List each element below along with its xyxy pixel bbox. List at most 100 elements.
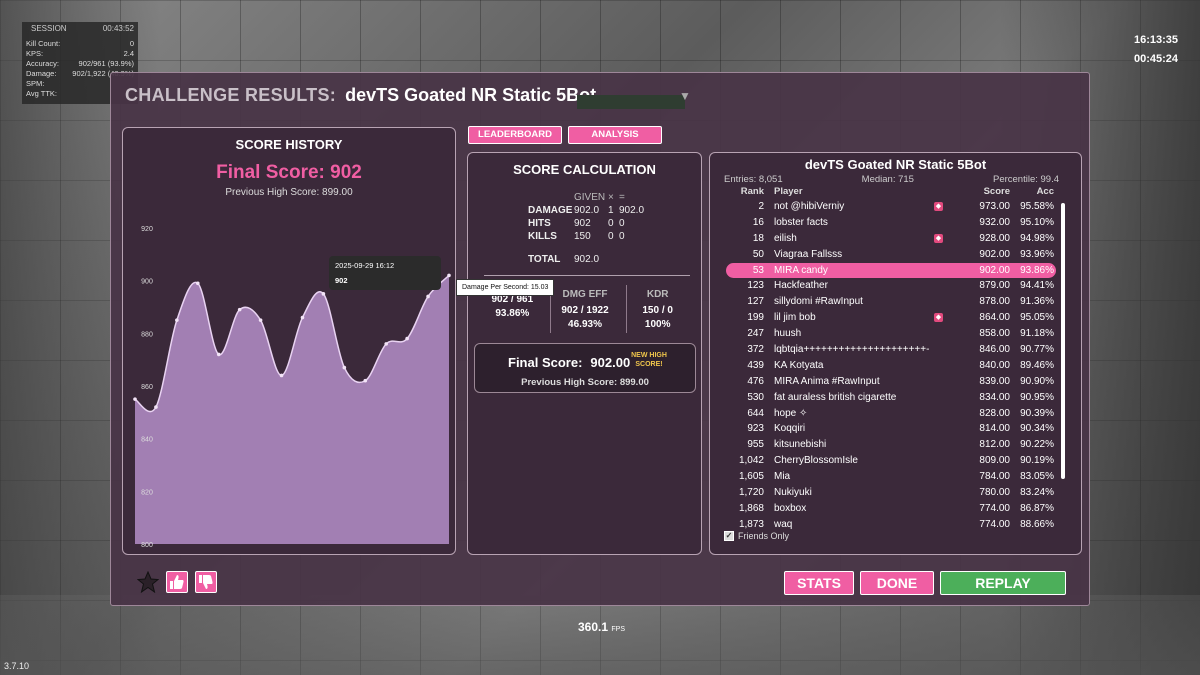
- leaderboard-row[interactable]: 476 MIRA Anima #RawInput 839.00 90.90%: [726, 374, 1056, 390]
- leaderboard-row[interactable]: 50 Viagraa Fallsss 902.00 93.96%: [726, 247, 1056, 263]
- score-point[interactable]: [300, 315, 305, 320]
- row-score: 780.00: [979, 487, 1010, 499]
- row-rank: 50: [752, 248, 764, 260]
- row-score: 814.00: [979, 423, 1010, 435]
- leaderboard-row[interactable]: 1,720 Nukiyuki 780.00 83.24%: [726, 485, 1056, 501]
- leaderboard-row[interactable]: 199 lil jim bob ◆ 864.00 95.05%: [726, 310, 1056, 326]
- row-score: 846.00: [979, 344, 1010, 356]
- session-time: 00:43:52: [102, 24, 134, 33]
- row-rank: 123: [747, 280, 764, 292]
- final-score-box: Final Score: 902.00 NEW HIGH SCORE! Previ…: [474, 343, 696, 393]
- leaderboard-row[interactable]: 439 KA Kotyata 840.00 89.46%: [726, 358, 1056, 374]
- score-point[interactable]: [384, 342, 389, 346]
- row-acc: 95.10%: [1020, 216, 1054, 228]
- leaderboard-row[interactable]: 372 lqbtqia+++++++++++++++++++++- 846.00 90…: [726, 342, 1056, 358]
- favorite-button[interactable]: [136, 570, 160, 594]
- replay-button[interactable]: REPLAY: [940, 571, 1066, 595]
- score-point[interactable]: [175, 318, 179, 322]
- y-tick-label: 920: [141, 226, 153, 233]
- title-label: CHALLENGE RESULTS:: [125, 85, 337, 105]
- leaderboard-percentile: Percentile: 99.4: [992, 174, 1059, 185]
- row-rank: 199: [747, 312, 764, 324]
- row-player: CherryBlossomIsle: [774, 455, 858, 467]
- score-point[interactable]: [405, 336, 409, 341]
- leaderboard-row[interactable]: 123 Hackfeather 879.00 94.41%: [726, 278, 1056, 294]
- leaderboard-list[interactable]: 2 not @hibiVerniy ◆ 973.00 95.58% 16 lobster f…: [726, 199, 1056, 533]
- chevron-down-icon[interactable]: ▼: [679, 89, 691, 103]
- score-point[interactable]: [154, 405, 158, 409]
- leaderboard-entries: Entries: 8,051: [724, 174, 783, 185]
- fps-unit: FPS: [611, 626, 625, 633]
- leaderboard-row[interactable]: 955 kitsunebishi 812.00 90.22%: [726, 437, 1056, 453]
- scenario-selector-bar[interactable]: [577, 95, 685, 109]
- leaderboard-row[interactable]: 247 huush 858.00 91.18%: [726, 326, 1056, 342]
- done-button[interactable]: DONE: [860, 571, 934, 595]
- row-score: 840.00: [979, 359, 1010, 371]
- leaderboard-row[interactable]: 16 lobster facts 932.00 95.10%: [726, 215, 1056, 231]
- score-point[interactable]: [279, 373, 284, 378]
- leaderboard-row[interactable]: 53 MIRA candy 902.00 93.86%: [726, 262, 1056, 279]
- leaderboard-row[interactable]: 923 Koqqiri 814.00 90.34%: [726, 421, 1056, 437]
- leaderboard-row[interactable]: 530 fat auraless british cigarette 834.00 9…: [726, 390, 1056, 406]
- calc-row-given: 902.0: [574, 205, 600, 216]
- leaderboard-row[interactable]: 18 eilish ◆ 928.00 94.98%: [726, 231, 1056, 247]
- leaderboard-row[interactable]: 1,868 boxbox 774.00 86.87%: [726, 501, 1056, 517]
- row-acc: 93.96%: [1020, 248, 1054, 260]
- row-acc: 83.05%: [1020, 471, 1054, 483]
- leaderboard-meta: Entries: 8,051 Median: 715 Percentile: 9…: [724, 174, 1059, 185]
- friends-only-label: Friends Only: [738, 531, 790, 541]
- row-player: lqbtqia+++++++++++++++++++++-: [774, 344, 930, 356]
- col-player: Player: [774, 186, 803, 197]
- score-point[interactable]: [216, 352, 221, 357]
- hud-row-label: Kill Count:: [26, 39, 61, 48]
- row-score: 858.00: [979, 328, 1010, 340]
- hud-row-value: 2.4: [123, 49, 134, 58]
- score-point[interactable]: [342, 365, 347, 370]
- dps-tooltip: Damage Per Second: 15.03: [456, 279, 555, 296]
- score-point[interactable]: [237, 307, 242, 312]
- calc-row-given: 902: [574, 218, 591, 229]
- leaderboard-row[interactable]: 1,042 CherryBlossomIsle 809.00 90.19%: [726, 453, 1056, 469]
- score-point[interactable]: [426, 294, 430, 299]
- checkbox-icon[interactable]: ✓: [724, 531, 734, 541]
- score-point[interactable]: [447, 273, 451, 278]
- calc-row-result: 902.0: [619, 205, 645, 216]
- row-score: 812.00: [979, 439, 1010, 451]
- new-high-score-badge: NEW HIGH SCORE!: [631, 352, 667, 368]
- thumbs-down-button[interactable]: [195, 571, 217, 593]
- calc-row-name: DAMAGE: [528, 205, 573, 216]
- leaderboard-scrollbar[interactable]: [1061, 203, 1065, 479]
- leaderboard-row[interactable]: 127 sillydomi #RawInput 878.00 91.36%: [726, 294, 1056, 310]
- score-calculation-title: SCORE CALCULATION: [513, 162, 656, 177]
- tab-leaderboard[interactable]: LEADERBOARD: [468, 126, 562, 144]
- row-acc: 90.22%: [1020, 439, 1054, 451]
- stats-button[interactable]: STATS: [784, 571, 854, 595]
- thumbs-up-button[interactable]: [166, 571, 188, 593]
- row-rank: 127: [747, 296, 764, 308]
- score-point[interactable]: [196, 281, 200, 286]
- row-rank: 1,720: [738, 487, 764, 499]
- leaderboard-row[interactable]: 1,605 Mia 784.00 83.05%: [726, 469, 1056, 485]
- row-acc: 94.41%: [1020, 280, 1054, 292]
- calc-stat-percent: 46.93%: [568, 319, 602, 330]
- row-rank: 18: [752, 232, 764, 244]
- row-player: huush: [774, 328, 802, 340]
- row-player: fat auraless british cigarette: [774, 391, 897, 403]
- row-acc: 91.36%: [1020, 296, 1054, 308]
- calc-rows: DAMAGE 902.0 1 902.0 HITS 902 0 0 KILLS 150 0 0: [528, 204, 659, 243]
- calc-row-name: HITS: [528, 218, 551, 229]
- score-point[interactable]: [363, 378, 368, 383]
- score-point[interactable]: [133, 397, 137, 401]
- row-player: boxbox: [774, 502, 807, 514]
- leaderboard-row[interactable]: 2 not @hibiVerniy ◆ 973.00 95.58%: [726, 199, 1056, 215]
- fps-value: 360.1: [578, 620, 609, 634]
- score-point[interactable]: [258, 318, 263, 322]
- col-rank: Rank: [740, 186, 764, 197]
- row-score: 902.00: [979, 264, 1010, 276]
- score-point[interactable]: [321, 292, 326, 296]
- rank-badge-icon: ◆: [934, 202, 943, 211]
- tab-analysis[interactable]: ANALYSIS: [568, 126, 662, 144]
- row-score: 809.00: [979, 455, 1010, 467]
- friends-only-toggle[interactable]: ✓ Friends Only: [724, 531, 789, 541]
- leaderboard-row[interactable]: 644 hope ✧ 828.00 90.39%: [726, 406, 1056, 422]
